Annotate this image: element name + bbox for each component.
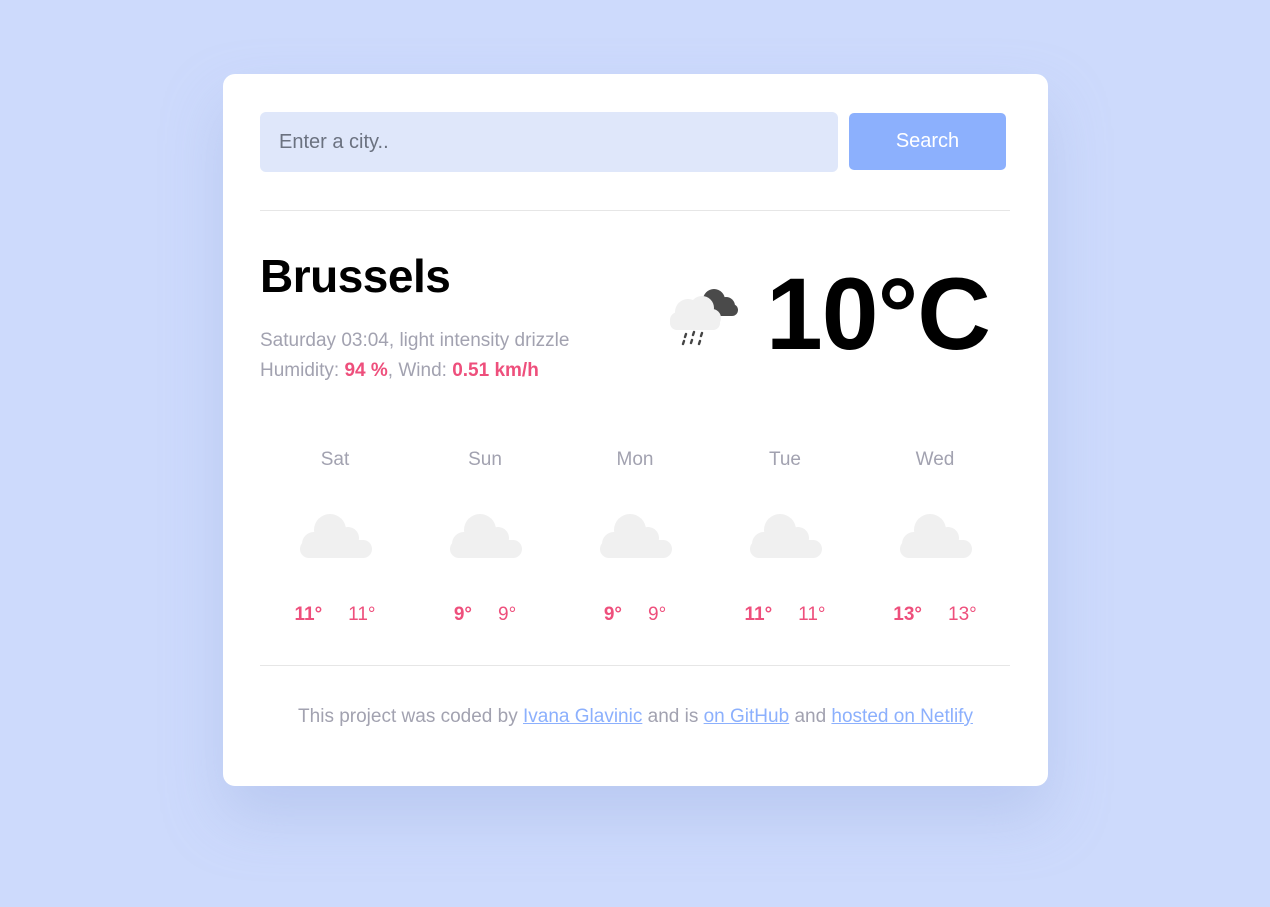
temperature-unit: °C (877, 257, 990, 371)
forecast-day: Sun 9° 9° (410, 446, 560, 636)
netlify-link[interactable]: hosted on Netlify (831, 706, 973, 727)
forecast-day: Tue 11° 11° (710, 446, 860, 636)
forecast-max-temp: 9° (603, 604, 622, 625)
weather-description: light intensity drizzle (399, 330, 570, 351)
forecast-day-name: Wed (915, 449, 955, 470)
cloud-drizzle-icon (670, 289, 738, 346)
footer: This project was coded by Ivana Glavinic… (223, 702, 1048, 732)
footer-text: This project was coded by (298, 706, 518, 727)
forecast-day-name: Sun (468, 449, 502, 470)
forecast-max-temp: 9° (453, 604, 472, 625)
cloud-icon (300, 514, 372, 558)
temperature-value: 10 (766, 257, 878, 371)
cloud-icon (750, 514, 822, 558)
forecast-max-temp: 13° (893, 604, 922, 625)
wind-value: 0.51 km/h (452, 360, 539, 381)
weather-card: Search Brussels Saturday 03:04, light in… (223, 74, 1048, 786)
search-button[interactable]: Search (849, 113, 1006, 170)
date-description-line: Saturday 03:04, light intensity drizzle (260, 330, 570, 351)
wind-label: Wind: (398, 360, 447, 381)
forecast-day-name: Tue (768, 449, 802, 470)
humidity-value: 94 % (344, 360, 388, 381)
forecast-temps: 9° 9° (410, 601, 560, 629)
city-search-input[interactable] (260, 112, 838, 172)
forecast-day: Wed 13° 13° (860, 446, 1010, 636)
forecast-day: Sat 11° 11° (260, 446, 410, 636)
cloud-icon (450, 514, 522, 558)
forecast-min-temp: 11° (348, 604, 376, 625)
forecast-day-name: Mon (616, 449, 654, 470)
author-link[interactable]: Ivana Glavinic (523, 706, 642, 727)
divider (260, 210, 1010, 211)
search-form: Search (260, 112, 1010, 172)
date-time: Saturday 03:04 (260, 330, 389, 351)
forecast-day: Mon 9° 9° (560, 446, 710, 636)
humidity-label: Humidity: (260, 360, 340, 381)
forecast-min-temp: 9° (498, 604, 517, 625)
forecast-day-name: Sat (320, 449, 350, 470)
city-name: Brussels (260, 250, 451, 302)
humidity-wind-line: Humidity: 94 %, Wind: 0.51 km/h (260, 360, 539, 381)
forecast-temps: 13° 13° (860, 601, 1010, 629)
forecast-min-temp: 13° (948, 604, 977, 625)
forecast-max-temp: 11° (294, 604, 323, 625)
cloud-icon (600, 514, 672, 558)
github-link[interactable]: on GitHub (704, 706, 790, 727)
forecast-list: Sat 11° 11° Sun 9° 9° Mon 9° 9° Tue 11° … (260, 446, 1010, 636)
forecast-min-temp: 11° (798, 604, 826, 625)
weather-details: Saturday 03:04, light intensity drizzle … (260, 326, 569, 386)
footer-text: and (794, 706, 827, 727)
current-temperature: 10°C (766, 256, 991, 372)
forecast-min-temp: 9° (648, 604, 667, 625)
cloud-icon (900, 514, 972, 558)
divider (260, 665, 1010, 666)
forecast-temps: 11° 11° (710, 601, 860, 629)
forecast-temps: 9° 9° (560, 601, 710, 629)
forecast-temps: 11° 11° (260, 601, 410, 629)
forecast-max-temp: 11° (744, 604, 773, 625)
footer-text: and is (647, 706, 699, 727)
